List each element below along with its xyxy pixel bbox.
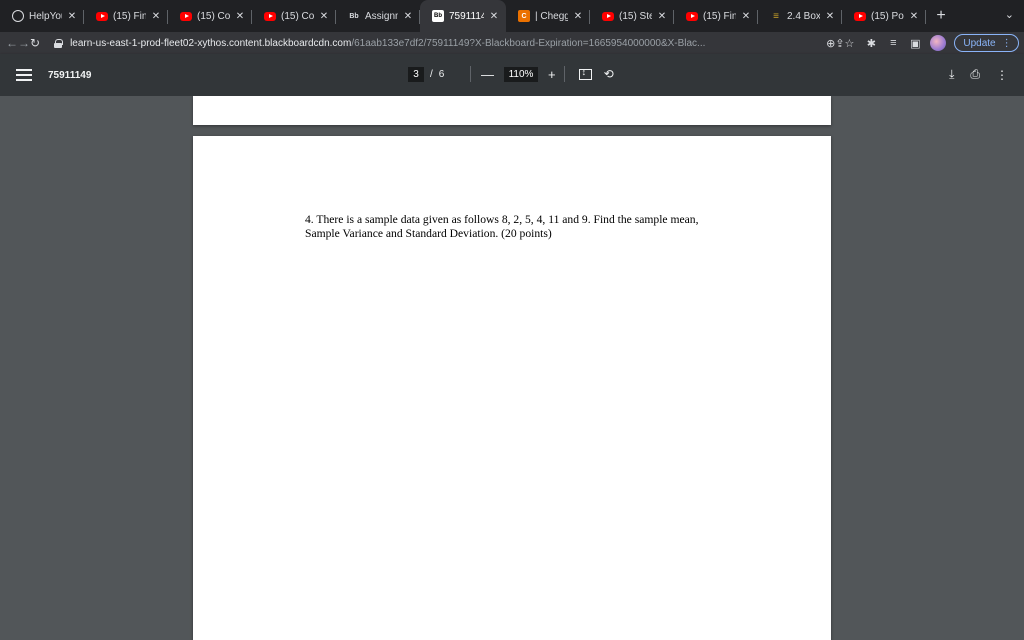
rotate-icon[interactable]: ⟲ bbox=[604, 67, 614, 81]
question-line: Sample Variance and Standard Deviation. … bbox=[305, 227, 552, 240]
youtube-icon bbox=[602, 11, 614, 21]
page-separator: / bbox=[430, 69, 433, 80]
share-icon[interactable]: ⇪ bbox=[835, 33, 844, 53]
document-title: 75911149 bbox=[48, 69, 92, 81]
tab-title: 75911149 bbox=[449, 10, 484, 22]
zoom-magnifier-icon[interactable]: ⊕ bbox=[826, 33, 835, 53]
bookmark-star-icon[interactable]: ☆ bbox=[845, 33, 855, 53]
close-tab-icon[interactable]: ✕ bbox=[234, 11, 246, 22]
tab-separator bbox=[925, 10, 926, 24]
tab-title: (15) Find bbox=[113, 10, 146, 22]
back-arrow-icon[interactable]: ← bbox=[6, 32, 18, 54]
browser-tab[interactable]: Bb 75911149 ✕ bbox=[420, 0, 506, 32]
tab-search-chevron-icon[interactable]: ⌄ bbox=[1005, 8, 1014, 21]
tab-title: | Chegg.c bbox=[535, 10, 568, 22]
browser-tab[interactable]: (15) Find ✕ bbox=[84, 0, 168, 32]
menu-hamburger-icon[interactable] bbox=[16, 69, 32, 81]
tab-title: Assignme bbox=[365, 10, 398, 22]
more-vertical-icon: ⋮ bbox=[1001, 37, 1012, 49]
tab-title: 2.4 Box P bbox=[787, 10, 820, 22]
blackboard-icon: Bb bbox=[432, 10, 444, 22]
tab-title: (15) Coun bbox=[281, 10, 314, 22]
new-tab-button[interactable]: + bbox=[926, 0, 956, 32]
extensions-puzzle-icon[interactable]: ✱ bbox=[860, 33, 882, 53]
close-tab-icon[interactable]: ✕ bbox=[402, 11, 414, 22]
close-tab-icon[interactable]: ✕ bbox=[318, 11, 330, 22]
more-options-icon[interactable]: ⋮ bbox=[996, 68, 1008, 82]
browser-tab[interactable]: (15) Find ✕ bbox=[674, 0, 758, 32]
youtube-icon bbox=[96, 11, 108, 21]
browser-tab[interactable]: (15) Coun ✕ bbox=[168, 0, 252, 32]
reading-list-icon[interactable]: ≡ bbox=[882, 33, 904, 53]
side-panel-icon[interactable]: ▣ bbox=[904, 33, 926, 53]
tab-title: (15) Popu bbox=[871, 10, 904, 22]
tab-strip: HelpYourM ✕ (15) Find ✕ (15) Coun ✕ (15) Coun ✕… bbox=[0, 0, 1024, 32]
box-plot-icon: ≡ bbox=[773, 10, 779, 22]
pdf-viewer[interactable]: 4. There is a sample data given as follo… bbox=[0, 96, 1024, 640]
browser-tab[interactable]: ≡ 2.4 Box P ✕ bbox=[758, 0, 842, 32]
zoom-in-button[interactable]: + bbox=[548, 67, 556, 82]
youtube-icon bbox=[854, 11, 866, 21]
browser-tab[interactable]: (15) Coun ✕ bbox=[252, 0, 336, 32]
zoom-level-input[interactable]: 110% bbox=[504, 66, 538, 82]
question-text: 4. There is a sample data given as follo… bbox=[305, 213, 765, 241]
fit-to-page-icon[interactable] bbox=[578, 67, 592, 80]
toolbar-divider bbox=[470, 66, 471, 82]
update-button[interactable]: Update ⋮ bbox=[954, 34, 1019, 52]
download-icon[interactable]: ⤓ bbox=[949, 67, 954, 82]
close-tab-icon[interactable]: ✕ bbox=[66, 11, 78, 22]
youtube-icon bbox=[264, 11, 276, 21]
url-path: /61aab133e7df2/75911149?X-Blackboard-Exp… bbox=[351, 37, 706, 49]
address-bar[interactable]: learn-us-east-1-prod-fleet02-xythos.cont… bbox=[46, 33, 826, 53]
close-tab-icon[interactable]: ✕ bbox=[908, 11, 920, 22]
question-line: 4. There is a sample data given as follo… bbox=[305, 213, 699, 226]
close-tab-icon[interactable]: ✕ bbox=[572, 11, 584, 22]
pdf-toolbar: 75911149 3 / 6 — 110% + ⟲ ⤓ ⎙ ⋮ bbox=[0, 54, 1024, 96]
page-total: 6 bbox=[438, 69, 445, 80]
forward-arrow-icon[interactable]: → bbox=[18, 32, 30, 54]
browser-tab[interactable]: Bb Assignme ✕ bbox=[336, 0, 420, 32]
youtube-icon bbox=[686, 11, 698, 21]
url-host: learn-us-east-1-prod-fleet02-xythos.cont… bbox=[70, 37, 352, 49]
globe-icon bbox=[12, 10, 24, 22]
tabs-container: HelpYourM ✕ (15) Find ✕ (15) Coun ✕ (15) Coun ✕… bbox=[0, 0, 926, 32]
close-tab-icon[interactable]: ✕ bbox=[150, 11, 162, 22]
browser-tab[interactable]: HelpYourM ✕ bbox=[0, 0, 84, 32]
profile-avatar[interactable] bbox=[930, 35, 947, 51]
print-icon[interactable]: ⎙ bbox=[970, 67, 980, 82]
toolbar-divider bbox=[563, 66, 565, 82]
close-tab-icon[interactable]: ✕ bbox=[656, 11, 668, 22]
chegg-icon: C bbox=[518, 10, 530, 22]
youtube-icon bbox=[180, 11, 192, 21]
page-navigation: 3 / 6 bbox=[408, 67, 444, 82]
tab-title: (15) Coun bbox=[197, 10, 230, 22]
pdf-page-current: 4. There is a sample data given as follo… bbox=[193, 136, 831, 640]
update-label: Update bbox=[963, 37, 996, 49]
close-tab-icon[interactable]: ✕ bbox=[824, 11, 836, 22]
close-tab-icon[interactable]: ✕ bbox=[740, 11, 752, 22]
browser-tab[interactable]: C | Chegg.c ✕ bbox=[506, 0, 590, 32]
page-number-input[interactable]: 3 bbox=[408, 67, 424, 82]
reload-icon[interactable]: ↻ bbox=[30, 32, 40, 54]
blackboard-icon: Bb bbox=[349, 12, 359, 20]
browser-tab[interactable]: (15) Popu ✕ bbox=[842, 0, 926, 32]
browser-tab[interactable]: (15) Stem ✕ bbox=[590, 0, 674, 32]
tab-title: (15) Stem bbox=[619, 10, 652, 22]
pdf-page-previous bbox=[193, 96, 831, 125]
zoom-out-button[interactable]: — bbox=[481, 67, 494, 82]
lock-icon bbox=[54, 38, 64, 48]
browser-toolbar: ← → ↻ learn-us-east-1-prod-fleet02-xytho… bbox=[0, 32, 1024, 54]
tab-title: (15) Find bbox=[703, 10, 736, 22]
close-tab-icon[interactable]: ✕ bbox=[488, 11, 500, 22]
tab-title: HelpYourM bbox=[29, 10, 62, 22]
zoom-controls: — 110% + ⟲ bbox=[470, 66, 614, 82]
